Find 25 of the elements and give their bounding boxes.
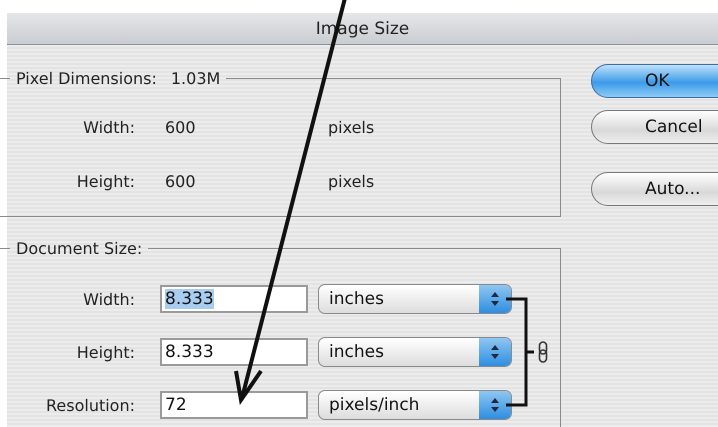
unit-dropdown[interactable]: pixels/inch — [318, 390, 512, 420]
unit-label: pixels — [328, 118, 376, 137]
input-field[interactable]: 8.333 — [160, 285, 308, 313]
pixel-value: 600 — [165, 118, 197, 137]
field-label: Width: — [83, 290, 135, 308]
stepper-icon — [479, 391, 511, 419]
input-field[interactable]: 8.333 — [160, 338, 308, 366]
stepper-icon — [479, 285, 511, 313]
stepper-icon — [479, 338, 511, 366]
unit-dropdown[interactable]: inches — [318, 284, 512, 314]
chain-link-icon — [538, 341, 548, 363]
pixel-value: 600 — [165, 172, 197, 191]
pixel-size: 1.03M — [170, 69, 220, 88]
field-label: Width: — [83, 118, 135, 137]
dialog-button[interactable]: Auto... — [591, 172, 718, 206]
field-label: Resolution: — [46, 396, 135, 414]
dialog-button[interactable]: Cancel — [591, 110, 718, 144]
unit-label: pixels — [328, 172, 376, 191]
group-label: Pixel Dimensions: — [16, 69, 157, 88]
dialog-button[interactable]: OK — [591, 64, 718, 98]
field-label: Height: — [76, 342, 135, 362]
unit-dropdown[interactable]: inches — [318, 337, 512, 367]
group-label: Document Size: — [16, 239, 142, 258]
input-field[interactable]: 72 — [160, 391, 308, 419]
field-label: Height: — [76, 172, 135, 191]
